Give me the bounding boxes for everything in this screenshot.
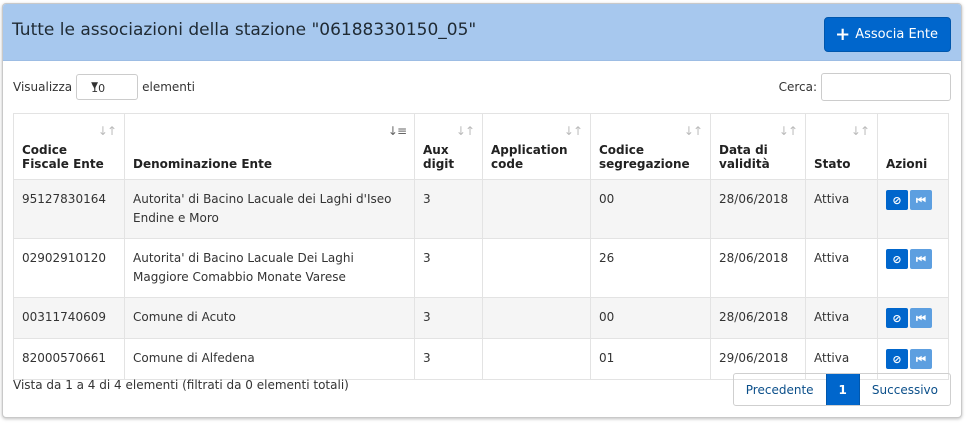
stations-panel: Tutte le associazioni della stazione "06… — [2, 3, 962, 418]
table-header-row: Codice Fiscale Ente ↓↑ Denominazione Ent… — [13, 113, 949, 180]
sort-icon: ↓↑ — [455, 124, 475, 138]
show-suffix: elementi — [142, 80, 195, 94]
cell-application-code — [482, 179, 591, 239]
show-prefix: Visualizza — [13, 80, 73, 94]
column-header-line1: Data di — [719, 143, 768, 157]
search-control: Cerca: — [779, 72, 951, 102]
column-header-line2: Azioni — [886, 157, 928, 171]
ban-icon[interactable]: ⊘ — [886, 308, 908, 328]
cell-codice-fiscale: 95127830164 — [13, 179, 125, 239]
skip-back-icon[interactable]: ⏮ — [910, 349, 932, 369]
skip-back-icon[interactable]: ⏮ — [910, 249, 932, 269]
cell-azioni: ⊘ ⏮ — [877, 179, 949, 239]
column-header-aux-digit[interactable]: Aux digit ↓↑ — [414, 113, 483, 180]
cell-application-code — [482, 238, 591, 298]
ban-icon[interactable]: ⊘ — [886, 349, 908, 369]
cell-application-code — [482, 297, 591, 339]
cell-azioni: ⊘ ⏮ — [877, 297, 949, 339]
search-input[interactable] — [821, 73, 951, 101]
cell-denominazione: Comune di Acuto — [124, 297, 415, 339]
next-page-button[interactable]: Successivo — [860, 374, 950, 405]
associa-ente-button[interactable]: + Associa Ente — [824, 17, 951, 52]
cell-data-validita: 28/06/2018 — [710, 238, 806, 298]
associations-table: Codice Fiscale Ente ↓↑ Denominazione Ent… — [13, 113, 949, 380]
associa-ente-label: Associa Ente — [855, 27, 938, 42]
cell-codice-fiscale: 00311740609 — [13, 297, 125, 339]
table-row: 95127830164 Autorita' di Bacino Lacuale … — [13, 179, 949, 239]
cell-codice-fiscale: 82000570661 — [13, 338, 125, 380]
cell-azioni: ⊘ ⏮ — [877, 238, 949, 298]
column-header-data-validita[interactable]: Data di validità ↓↑ — [710, 113, 806, 180]
skip-back-icon[interactable]: ⏮ — [910, 308, 932, 328]
cell-stato: Attiva — [805, 297, 878, 339]
page-1-button[interactable]: 1 — [825, 374, 860, 405]
search-label: Cerca: — [778, 80, 817, 94]
pagination: Precedente 1 Successivo — [732, 373, 951, 406]
prev-page-button[interactable]: Precedente — [734, 374, 826, 405]
column-header-line2: validità — [719, 157, 770, 171]
column-header-line2: segregazione — [599, 157, 690, 171]
table-row: 02902910120 Autorita' di Bacino Lacuale … — [13, 238, 949, 298]
column-header-line2: Stato — [814, 157, 851, 171]
sort-icon: ↓↑ — [778, 124, 798, 138]
cell-codice-segregazione: 00 — [590, 297, 711, 339]
sort-icon: ↓↑ — [563, 124, 583, 138]
cell-application-code — [482, 338, 591, 380]
column-header-application-code[interactable]: Application code ↓↑ — [482, 113, 591, 180]
column-header-line2: Fiscale Ente — [22, 157, 104, 171]
cell-codice-segregazione: 26 — [590, 238, 711, 298]
cell-denominazione: Autorita' di Bacino Lacuale Dei Laghi Ma… — [124, 238, 415, 298]
panel-header: Tutte le associazioni della stazione "06… — [3, 4, 961, 61]
cell-codice-segregazione: 01 — [590, 338, 711, 380]
table-row: 00311740609 Comune di Acuto 3 00 28/06/2… — [13, 297, 949, 339]
page-length-control: Visualizza 10 ▼ elementi — [13, 72, 195, 102]
skip-back-icon[interactable]: ⏮ — [910, 190, 932, 210]
cell-codice-fiscale: 02902910120 — [13, 238, 125, 298]
sort-icon: ↓↑ — [683, 124, 703, 138]
column-header-azioni: Azioni — [877, 113, 949, 180]
cell-aux-digit: 3 — [414, 179, 483, 239]
column-header-line2: code — [491, 157, 524, 171]
cell-aux-digit: 3 — [414, 338, 483, 380]
sort-icon: ↓↑ — [850, 124, 870, 138]
column-header-stato[interactable]: Stato ↓↑ — [805, 113, 878, 180]
cell-data-validita: 28/06/2018 — [710, 297, 806, 339]
column-header-denominazione[interactable]: Denominazione Ente ↓≡ — [124, 113, 415, 180]
column-header-line1: Codice — [22, 143, 68, 157]
sort-icon: ↓↑ — [97, 124, 117, 138]
column-header-line2: Denominazione Ente — [133, 157, 272, 171]
column-header-codice-segregazione[interactable]: Codice segregazione ↓↑ — [590, 113, 711, 180]
table-controls: Visualizza 10 ▼ elementi Cerca: — [13, 72, 951, 102]
cell-data-validita: 28/06/2018 — [710, 179, 806, 239]
page-length-select[interactable]: 10 ▼ — [76, 74, 139, 100]
column-header-line1: Aux — [423, 143, 449, 157]
ban-icon[interactable]: ⊘ — [886, 190, 908, 210]
cell-codice-segregazione: 00 — [590, 179, 711, 239]
cell-aux-digit: 3 — [414, 297, 483, 339]
cell-denominazione: Autorita' di Bacino Lacuale dei Laghi d'… — [124, 179, 415, 239]
page-title: Tutte le associazioni della stazione "06… — [12, 20, 477, 40]
column-header-codice-fiscale[interactable]: Codice Fiscale Ente ↓↑ — [13, 113, 125, 180]
cell-aux-digit: 3 — [414, 238, 483, 298]
column-header-line1: Application — [491, 143, 568, 157]
table-info: Vista da 1 a 4 di 4 elementi (filtrati d… — [13, 378, 349, 392]
cell-denominazione: Comune di Alfedena — [124, 338, 415, 380]
cell-stato: Attiva — [805, 238, 878, 298]
cell-stato: Attiva — [805, 179, 878, 239]
ban-icon[interactable]: ⊘ — [886, 249, 908, 269]
plus-icon: + — [835, 23, 851, 45]
sort-asc-icon: ↓≡ — [387, 124, 407, 138]
chevron-down-icon: ▼ — [91, 81, 99, 91]
column-header-line2: digit — [423, 157, 455, 171]
column-header-line1: Codice — [599, 143, 645, 157]
